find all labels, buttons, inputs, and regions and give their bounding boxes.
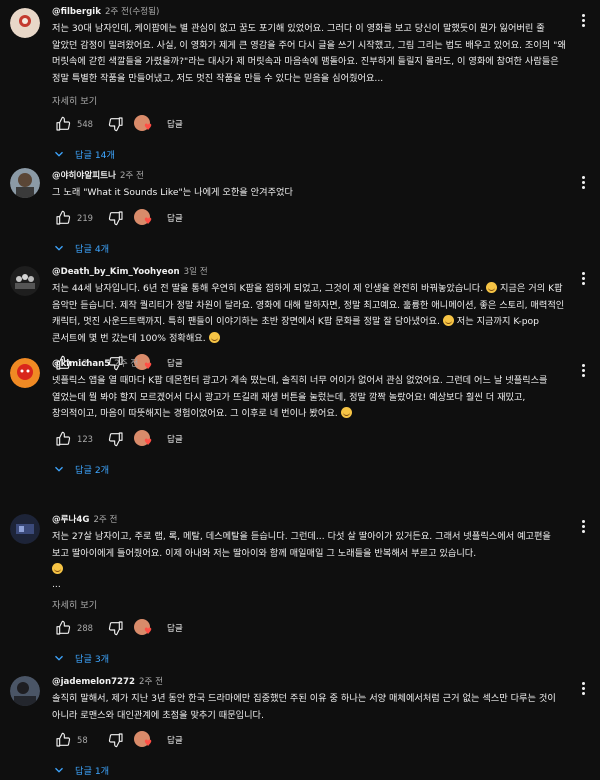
comment-author[interactable]: @filbergik xyxy=(52,7,101,17)
comment-text: 저는 30대 남자인데, 케이팝에는 별 관심이 없고 꿈도 포기해 있었어요.… xyxy=(52,23,566,84)
more-options-button[interactable] xyxy=(576,678,590,698)
thumbs-down-icon xyxy=(108,620,123,635)
creator-heart-badge: ♥ xyxy=(133,113,155,135)
comment-author[interactable]: @kimichan5 xyxy=(52,359,110,369)
like-count: 58 xyxy=(77,735,88,745)
thumbs-down-icon xyxy=(108,431,123,446)
comment-text: 그 노래 "What it Sounds Like"는 나에게 오한을 안겨주었… xyxy=(52,187,293,198)
read-more-link[interactable]: 자세히 보기 xyxy=(52,93,97,107)
replies-count: 답글 14개 xyxy=(75,150,115,161)
reply-button[interactable]: 답글 xyxy=(167,433,183,445)
comment-text: 저는 44세 남자입니다. 6년 전 딸을 통해 우연히 K팝을 접하게 되었고… xyxy=(52,282,565,344)
replies-count: 답글 2개 xyxy=(75,464,110,476)
dislike-button[interactable] xyxy=(105,617,127,639)
reply-button[interactable]: 답글 xyxy=(167,734,183,746)
comment-ellipsis: ... xyxy=(52,578,61,590)
comment-text: 넷플릭스 앱을 열 때마다 K팝 데몬헌터 광고가 계속 떴는데, 솔직히 너무… xyxy=(52,375,548,419)
like-button[interactable] xyxy=(52,207,74,229)
chevron-down-icon xyxy=(55,466,63,472)
comment-author[interactable]: @야히야알피트나 xyxy=(52,171,116,181)
like-count: 219 xyxy=(77,212,93,223)
comment-time[interactable]: 2주 전 xyxy=(93,515,117,525)
comment-time[interactable]: 2주 전 xyxy=(120,171,144,181)
avatar[interactable] xyxy=(10,266,40,296)
dislike-button[interactable] xyxy=(105,113,127,135)
like-button[interactable] xyxy=(52,113,74,135)
thumbs-up-icon xyxy=(56,210,71,225)
comment-author[interactable]: @jademelon7272 xyxy=(52,677,135,687)
creator-heart-badge: ♥ xyxy=(133,729,155,751)
comment-author[interactable]: @Death_by_Kim_Yoohyeon xyxy=(52,267,180,277)
chevron-down-icon xyxy=(55,767,63,773)
view-replies-button[interactable]: 답글 1개 xyxy=(52,760,566,780)
replies-count: 답글 4개 xyxy=(75,243,110,255)
creator-heart-badge: ♥ xyxy=(133,617,155,639)
chevron-down-icon xyxy=(55,245,63,251)
view-replies-button[interactable]: 답글 3개 xyxy=(52,648,566,668)
chevron-down-icon xyxy=(55,655,63,661)
comment-time[interactable]: 2주 전 xyxy=(114,359,138,369)
view-replies-button[interactable]: 답글 14개 xyxy=(52,144,566,164)
more-options-button[interactable] xyxy=(576,10,590,30)
thumbs-up-icon xyxy=(56,732,71,747)
grin-emoji-icon xyxy=(340,407,352,418)
thumbs-up-icon xyxy=(56,431,71,446)
like-button[interactable] xyxy=(52,617,74,639)
grin-emoji-icon xyxy=(208,331,220,343)
avatar[interactable] xyxy=(10,676,40,706)
grin-emoji-icon xyxy=(52,563,63,574)
thumbs-down-icon xyxy=(108,733,123,748)
comment-text: 솔직히 말해서, 제가 지난 3년 동안 한국 드라마에만 집중했던 주된 이유… xyxy=(52,693,556,721)
dislike-button[interactable] xyxy=(105,207,127,229)
reply-button[interactable]: 답글 xyxy=(167,118,183,130)
chevron-down-icon xyxy=(55,151,63,157)
avatar[interactable] xyxy=(10,168,40,198)
avatar[interactable] xyxy=(10,358,40,388)
avatar[interactable] xyxy=(10,514,40,544)
more-options-button[interactable] xyxy=(576,360,590,380)
creator-heart-badge: ♥ xyxy=(133,428,155,450)
thumbs-up-icon xyxy=(56,620,71,635)
more-options-button[interactable] xyxy=(576,268,590,288)
thumbs-down-icon xyxy=(108,210,123,225)
comment-time[interactable]: 2주 전(수정됨) xyxy=(105,7,159,17)
like-button[interactable] xyxy=(52,428,74,450)
view-replies-button[interactable]: 답글 4개 xyxy=(52,238,566,258)
thumbs-down-icon xyxy=(108,117,123,132)
replies-count: 답글 3개 xyxy=(75,653,110,665)
grin-emoji-icon xyxy=(442,315,454,326)
comment-time[interactable]: 2주 전 xyxy=(139,677,163,687)
comment-text: 저는 27살 남자이고, 주로 랩, 록, 메탈, 데스메탈을 듣습니다. 그런… xyxy=(52,529,566,579)
thumbs-up-icon xyxy=(56,116,71,131)
read-more-link[interactable]: 자세히 보기 xyxy=(52,597,97,611)
view-replies-button[interactable]: 답글 2개 xyxy=(52,459,566,479)
like-count: 123 xyxy=(77,433,93,444)
comment-author[interactable]: @루나4G xyxy=(52,515,89,525)
comment-time[interactable]: 3일 전 xyxy=(184,267,208,277)
grin-emoji-icon xyxy=(486,282,498,293)
like-count: 548 xyxy=(77,119,93,129)
like-count: 288 xyxy=(77,622,93,633)
reply-button[interactable]: 답글 xyxy=(167,212,183,224)
like-button[interactable] xyxy=(52,729,74,751)
dislike-button[interactable] xyxy=(105,428,127,450)
reply-button[interactable]: 답글 xyxy=(167,622,183,634)
creator-heart-badge: ♥ xyxy=(133,207,155,229)
more-options-button[interactable] xyxy=(576,172,590,192)
replies-count: 답글 1개 xyxy=(75,766,110,777)
more-options-button[interactable] xyxy=(576,516,590,536)
avatar[interactable] xyxy=(10,8,40,38)
dislike-button[interactable] xyxy=(105,729,127,751)
